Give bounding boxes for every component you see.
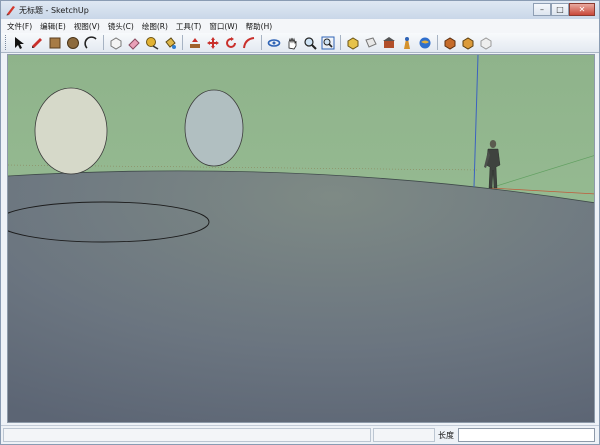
sketch-circle-right xyxy=(184,89,244,167)
toolbar-separator xyxy=(261,35,262,50)
google-earth-icon[interactable] xyxy=(417,34,434,51)
toolbar-grip[interactable] xyxy=(5,35,7,50)
measurement-input[interactable] xyxy=(458,428,595,442)
menu-draw[interactable]: 绘图(R) xyxy=(138,21,172,32)
menu-help[interactable]: 帮助(H) xyxy=(242,21,277,32)
menu-view[interactable]: 视图(V) xyxy=(70,21,104,32)
toolbar-separator xyxy=(340,35,341,50)
status-info-area xyxy=(373,428,435,442)
make-component-icon[interactable] xyxy=(108,34,125,51)
zoom-icon[interactable] xyxy=(302,34,319,51)
follow-me-icon[interactable] xyxy=(241,34,258,51)
pencil-icon[interactable] xyxy=(29,34,46,51)
main-toolbar xyxy=(1,33,599,53)
component-get-icon[interactable] xyxy=(442,34,459,51)
toolbar-separator xyxy=(103,35,104,50)
sketch-circle-left xyxy=(34,87,108,175)
sketchup-logo-icon xyxy=(4,4,16,16)
menu-camera[interactable]: 镜头(C) xyxy=(104,21,138,32)
window-title: 无标题 - SketchUp xyxy=(19,5,89,15)
share-model-icon[interactable] xyxy=(399,34,416,51)
menu-file[interactable]: 文件(F) xyxy=(3,21,36,32)
component-share-icon[interactable] xyxy=(460,34,477,51)
menu-bar: 文件(F) 编辑(E) 视图(V) 镜头(C) 绘图(R) 工具(T) 窗口(W… xyxy=(1,19,599,33)
title-bar[interactable]: 无标题 - SketchUp – □ ✕ xyxy=(1,1,599,19)
zoom-extents-icon[interactable] xyxy=(320,34,337,51)
push-pull-icon[interactable] xyxy=(187,34,204,51)
menu-window[interactable]: 窗口(W) xyxy=(205,21,241,32)
menu-edit[interactable]: 编辑(E) xyxy=(36,21,70,32)
modeling-viewport[interactable] xyxy=(7,54,595,423)
move-icon[interactable] xyxy=(205,34,222,51)
arc-icon[interactable] xyxy=(83,34,100,51)
close-button[interactable]: ✕ xyxy=(569,3,595,16)
select-icon[interactable] xyxy=(11,34,28,51)
3d-scene xyxy=(8,55,594,422)
paint-bucket-icon[interactable] xyxy=(162,34,179,51)
pan-icon[interactable] xyxy=(284,34,301,51)
orbit-icon[interactable] xyxy=(266,34,283,51)
ground-plane xyxy=(8,170,594,422)
tape-measure-icon[interactable] xyxy=(144,34,161,51)
iso-view-icon[interactable] xyxy=(345,34,362,51)
measurement-label: 长度 xyxy=(438,431,454,440)
maximize-button[interactable]: □ xyxy=(551,3,569,16)
menu-tools[interactable]: 工具(T) xyxy=(172,21,205,32)
minimize-button[interactable]: – xyxy=(533,3,551,16)
rectangle-icon[interactable] xyxy=(47,34,64,51)
window-controls: – □ ✕ xyxy=(533,3,595,16)
status-bar: 长度 xyxy=(1,425,599,444)
sketchup-window: 无标题 - SketchUp – □ ✕ 文件(F) 编辑(E) 视图(V) 镜… xyxy=(0,0,600,445)
extension-icon[interactable] xyxy=(478,34,495,51)
rotate-icon[interactable] xyxy=(223,34,240,51)
toolbar-separator xyxy=(437,35,438,50)
eraser-icon[interactable] xyxy=(126,34,143,51)
3d-warehouse-icon[interactable] xyxy=(381,34,398,51)
circle-icon[interactable] xyxy=(65,34,82,51)
status-hint-area xyxy=(3,428,371,442)
top-view-icon[interactable] xyxy=(363,34,380,51)
toolbar-separator xyxy=(182,35,183,50)
